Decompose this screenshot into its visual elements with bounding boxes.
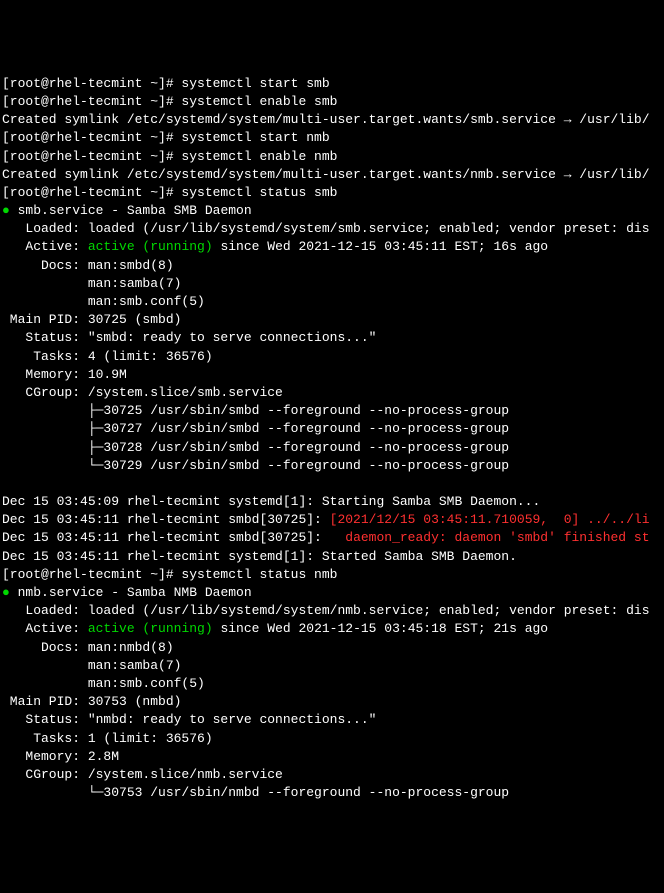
terminal-line: [root@rhel-tecmint ~]# systemctl status … [2, 184, 662, 202]
terminal-line: ├─30728 /usr/sbin/smbd --foreground --no… [2, 439, 662, 457]
terminal-line: Loaded: loaded (/usr/lib/systemd/system/… [2, 220, 662, 238]
terminal-line: ├─30727 /usr/sbin/smbd --foreground --no… [2, 420, 662, 438]
terminal-text: active (running) [88, 239, 213, 254]
terminal-text [2, 476, 10, 491]
terminal-line: Created symlink /etc/systemd/system/mult… [2, 166, 662, 184]
terminal-text: Dec 15 03:45:11 rhel-tecmint systemd[1]:… [2, 549, 517, 564]
terminal-line: man:samba(7) [2, 657, 662, 675]
terminal-text: CGroup: /system.slice/smb.service [2, 385, 283, 400]
terminal-text: ├─30727 /usr/sbin/smbd --foreground --no… [2, 421, 509, 436]
terminal-text: [root@rhel-tecmint ~]# systemctl enable … [2, 149, 337, 164]
terminal-line: Docs: man:nmbd(8) [2, 639, 662, 657]
terminal-text: [root@rhel-tecmint ~]# systemctl status … [2, 185, 337, 200]
terminal-text: ├─30725 /usr/sbin/smbd --foreground --no… [2, 403, 509, 418]
terminal-line: Dec 15 03:45:11 rhel-tecmint systemd[1]:… [2, 548, 662, 566]
terminal-line: ├─30725 /usr/sbin/smbd --foreground --no… [2, 402, 662, 420]
terminal-line: [root@rhel-tecmint ~]# systemctl start n… [2, 129, 662, 147]
terminal-text: Status: "smbd: ready to serve connection… [2, 330, 376, 345]
terminal-line: Active: active (running) since Wed 2021-… [2, 238, 662, 256]
terminal-text: nmb.service - Samba NMB Daemon [18, 585, 252, 600]
terminal-text: [root@rhel-tecmint ~]# systemctl start s… [2, 76, 330, 91]
terminal-text: Active: [2, 239, 88, 254]
terminal-text: ● [2, 585, 18, 600]
terminal-text: Created symlink /etc/systemd/system/mult… [2, 167, 650, 182]
terminal-text: Created symlink /etc/systemd/system/mult… [2, 112, 650, 127]
terminal-line [2, 475, 662, 493]
terminal-text: since Wed 2021-12-15 03:45:11 EST; 16s a… [213, 239, 548, 254]
terminal-text: Main PID: 30725 (smbd) [2, 312, 181, 327]
terminal-line: CGroup: /system.slice/smb.service [2, 384, 662, 402]
terminal-line: Docs: man:smbd(8) [2, 257, 662, 275]
terminal-line: CGroup: /system.slice/nmb.service [2, 766, 662, 784]
terminal-line: └─30753 /usr/sbin/nmbd --foreground --no… [2, 784, 662, 802]
terminal-text: [root@rhel-tecmint ~]# systemctl status … [2, 567, 337, 582]
terminal-text: [2021/12/15 03:45:11.710059, 0] ../../li [330, 512, 650, 527]
terminal-line: Main PID: 30725 (smbd) [2, 311, 662, 329]
terminal-text: Dec 15 03:45:09 rhel-tecmint systemd[1]:… [2, 494, 540, 509]
terminal-output: [root@rhel-tecmint ~]# systemctl start s… [2, 75, 662, 803]
terminal-text: daemon_ready: daemon 'smbd' finished st [345, 530, 649, 545]
terminal-text: ├─30728 /usr/sbin/smbd --foreground --no… [2, 440, 509, 455]
terminal-text: Dec 15 03:45:11 rhel-tecmint smbd[30725]… [2, 512, 330, 527]
terminal-line: [root@rhel-tecmint ~]# systemctl status … [2, 566, 662, 584]
terminal-text: Status: "nmbd: ready to serve connection… [2, 712, 376, 727]
terminal-text: since Wed 2021-12-15 03:45:18 EST; 21s a… [213, 621, 548, 636]
terminal-line: ● nmb.service - Samba NMB Daemon [2, 584, 662, 602]
terminal-text: CGroup: /system.slice/nmb.service [2, 767, 283, 782]
terminal-line: [root@rhel-tecmint ~]# systemctl start s… [2, 75, 662, 93]
terminal-line: Main PID: 30753 (nmbd) [2, 693, 662, 711]
terminal-text: man:smb.conf(5) [2, 676, 205, 691]
terminal-text: ● [2, 203, 18, 218]
terminal-text: [root@rhel-tecmint ~]# systemctl enable … [2, 94, 337, 109]
terminal-text: Memory: 2.8M [2, 749, 119, 764]
terminal-line: Memory: 10.9M [2, 366, 662, 384]
terminal-line: └─30729 /usr/sbin/smbd --foreground --no… [2, 457, 662, 475]
terminal-line: [root@rhel-tecmint ~]# systemctl enable … [2, 93, 662, 111]
terminal-text: Tasks: 4 (limit: 36576) [2, 349, 213, 364]
terminal-text: Tasks: 1 (limit: 36576) [2, 731, 213, 746]
terminal-line: man:smb.conf(5) [2, 293, 662, 311]
terminal-line: Status: "nmbd: ready to serve connection… [2, 711, 662, 729]
terminal-text: man:samba(7) [2, 276, 181, 291]
terminal-text: Main PID: 30753 (nmbd) [2, 694, 181, 709]
terminal-text: man:smb.conf(5) [2, 294, 205, 309]
terminal-line: Loaded: loaded (/usr/lib/systemd/system/… [2, 602, 662, 620]
terminal-text: Loaded: loaded (/usr/lib/systemd/system/… [2, 603, 650, 618]
terminal-line: Active: active (running) since Wed 2021-… [2, 620, 662, 638]
terminal-text: Dec 15 03:45:11 rhel-tecmint smbd[30725]… [2, 530, 345, 545]
terminal-text: Docs: man:nmbd(8) [2, 640, 174, 655]
terminal-line: Tasks: 1 (limit: 36576) [2, 730, 662, 748]
terminal-text: Memory: 10.9M [2, 367, 127, 382]
terminal-line: Memory: 2.8M [2, 748, 662, 766]
terminal-text: man:samba(7) [2, 658, 181, 673]
terminal-line: man:samba(7) [2, 275, 662, 293]
terminal-text: Docs: man:smbd(8) [2, 258, 174, 273]
terminal-text: Active: [2, 621, 88, 636]
terminal-line: Status: "smbd: ready to serve connection… [2, 329, 662, 347]
terminal-line: Tasks: 4 (limit: 36576) [2, 348, 662, 366]
terminal-line: Dec 15 03:45:11 rhel-tecmint smbd[30725]… [2, 511, 662, 529]
terminal-line: Dec 15 03:45:11 rhel-tecmint smbd[30725]… [2, 529, 662, 547]
terminal-line: Dec 15 03:45:09 rhel-tecmint systemd[1]:… [2, 493, 662, 511]
terminal-line: man:smb.conf(5) [2, 675, 662, 693]
terminal-line: [root@rhel-tecmint ~]# systemctl enable … [2, 148, 662, 166]
terminal-text: smb.service - Samba SMB Daemon [18, 203, 252, 218]
terminal-text: active (running) [88, 621, 213, 636]
terminal-line: ● smb.service - Samba SMB Daemon [2, 202, 662, 220]
terminal-text: Loaded: loaded (/usr/lib/systemd/system/… [2, 221, 650, 236]
terminal-text: [root@rhel-tecmint ~]# systemctl start n… [2, 130, 330, 145]
terminal-text: └─30753 /usr/sbin/nmbd --foreground --no… [2, 785, 509, 800]
terminal-text: └─30729 /usr/sbin/smbd --foreground --no… [2, 458, 509, 473]
terminal-line: Created symlink /etc/systemd/system/mult… [2, 111, 662, 129]
